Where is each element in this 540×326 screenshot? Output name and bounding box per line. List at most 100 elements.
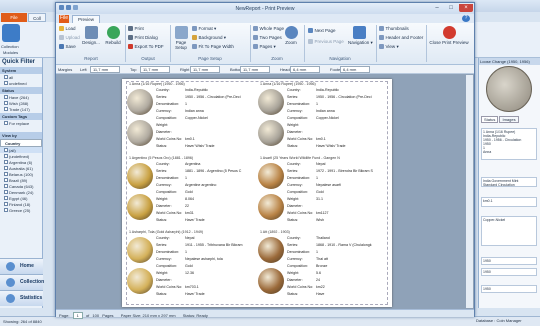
- main-file-tab[interactable]: File: [1, 13, 27, 22]
- whole-page-button[interactable]: Whole Page: [253, 26, 284, 32]
- margin-value-input[interactable]: 6,4 mm: [290, 66, 320, 73]
- design-button[interactable]: Design...: [80, 26, 102, 45]
- field-label: Weight:: [287, 123, 300, 127]
- coin-record: 1 Att (1892 - 1903) Country: Thailand Serie…: [258, 230, 391, 300]
- main-collection-tab[interactable]: Coll: [28, 13, 46, 22]
- two-pages-button[interactable]: Two Pages: [253, 35, 282, 41]
- preview-area[interactable]: 1 Anna (1/16 Rupee) (1950 - 1956) Country…: [56, 74, 474, 309]
- details-description[interactable]: 1 Anna (1/16 Rupee) India-Republic 1950 …: [481, 128, 537, 160]
- tab-images[interactable]: Images: [499, 116, 519, 123]
- margin-value-input[interactable]: 11,7 mm: [190, 66, 220, 73]
- filter-section-status[interactable]: Status: [0, 87, 42, 94]
- divider: [426, 25, 427, 62]
- margin-label: Margins: [58, 67, 73, 72]
- zoom-button[interactable]: Zoom: [283, 26, 299, 45]
- details-mint[interactable]: India Government Mint Standard Circulati…: [481, 177, 537, 187]
- group-output: Output: [141, 56, 155, 61]
- file-menu-button[interactable]: File: [59, 15, 69, 23]
- view-by-select[interactable]: Country: [0, 139, 42, 147]
- next-page-button[interactable]: Next Page: [308, 28, 336, 34]
- background-button[interactable]: Background ▾: [192, 35, 226, 41]
- navigation-button[interactable]: Navigation ▾: [348, 26, 373, 46]
- margin-value-input[interactable]: 11,7 mm: [240, 66, 270, 73]
- tab-status[interactable]: Status: [481, 116, 499, 123]
- field-value: Copper-Nickel: [185, 116, 208, 120]
- field-value: 5.6: [316, 271, 321, 275]
- details-year[interactable]: 1950: [481, 268, 537, 276]
- tab-preview[interactable]: Preview: [72, 15, 100, 23]
- field-label: Diameter:: [156, 278, 172, 282]
- margin-value-input[interactable]: 6,4 mm: [340, 66, 370, 73]
- field-label: Currency:: [156, 183, 172, 187]
- field-value: km1127: [316, 211, 329, 215]
- field-label: Composition:: [156, 116, 177, 120]
- save-icon[interactable]: [66, 5, 71, 10]
- load-button[interactable]: Load: [59, 26, 76, 32]
- details-year[interactable]: 1950: [481, 257, 537, 265]
- view-button[interactable]: View ▾: [379, 44, 399, 50]
- filter-item[interactable]: undefined: [0, 80, 42, 86]
- quick-access-toolbar: [59, 5, 99, 12]
- field-value: 1911 - 1955 - Tribhuvana Bir Bikram: [185, 243, 243, 247]
- divider: [170, 25, 171, 62]
- upload-button[interactable]: Upload: [59, 35, 80, 41]
- field-label: Diameter:: [287, 278, 303, 282]
- report-page: 1 Anna (1/16 Rupee) (1950 - 1956) Country…: [122, 79, 392, 307]
- page-setup-button[interactable]: Page Setup: [172, 26, 190, 50]
- two-pages-icon: [253, 35, 258, 41]
- field-value: Indian anna: [185, 109, 204, 113]
- format-icon: [192, 26, 197, 32]
- previous-page-button[interactable]: Previous Page: [308, 39, 344, 45]
- page-number-input[interactable]: 1: [72, 311, 83, 319]
- margin-value-input[interactable]: 11,7 mm: [90, 66, 120, 73]
- maximize-button[interactable]: □: [445, 4, 457, 12]
- coin-obverse-image: [258, 89, 284, 115]
- filter-section-system[interactable]: System: [0, 67, 42, 74]
- format-button[interactable]: Format ▾: [192, 26, 216, 32]
- vertical-scrollbar[interactable]: [466, 75, 473, 308]
- quick-filter-title: Quick Filter: [2, 59, 36, 65]
- fit-page-width-button[interactable]: Fit To Page Width: [192, 44, 234, 50]
- field-label: Currency:: [287, 109, 303, 113]
- field-label: Series:: [156, 169, 168, 173]
- details-composition[interactable]: Copper-Nickel: [481, 216, 537, 246]
- view-by-header: View by: [0, 132, 42, 139]
- print-dialog-button[interactable]: Print Dialog: [128, 35, 158, 41]
- margin-value-input[interactable]: 11,7 mm: [140, 66, 170, 73]
- group-zoom: Zoom: [271, 56, 283, 61]
- collection-icon[interactable]: [2, 24, 20, 42]
- filter-section-tags[interactable]: Custom Tags: [0, 113, 42, 120]
- minimize-button[interactable]: –: [431, 4, 443, 12]
- details-km[interactable]: km0.1: [481, 197, 537, 207]
- window-title: NewReport - Print Preview: [56, 3, 474, 14]
- export-pdf-button[interactable]: Export To PDF: [128, 44, 164, 50]
- nav-home-button[interactable]: Home: [0, 258, 43, 274]
- field-value: Have/ Wish/ Trade: [185, 144, 215, 148]
- print-button[interactable]: Print: [128, 26, 144, 32]
- pages-button[interactable]: Pages ▾: [253, 44, 276, 50]
- help-icon[interactable]: ?: [462, 15, 470, 22]
- nav-statistics-button[interactable]: Statistics: [0, 290, 43, 306]
- nav-collection-button[interactable]: Collection: [0, 274, 44, 290]
- app-icon[interactable]: [59, 5, 64, 10]
- filter-item[interactable]: For replace: [0, 120, 42, 126]
- thumbnails-button[interactable]: Thumbnails: [379, 26, 409, 32]
- save-button[interactable]: Save: [59, 44, 76, 50]
- close-window-button[interactable]: ×: [459, 4, 473, 12]
- rebuild-button[interactable]: Rebuild: [103, 26, 123, 45]
- header-footer-button[interactable]: Header and Footer: [379, 35, 423, 41]
- field-value: km703.1: [185, 285, 199, 289]
- field-label: Country:: [156, 162, 170, 166]
- undo-icon[interactable]: [73, 5, 78, 10]
- pages-icon: [253, 44, 258, 50]
- field-value: 1950 - 1956 - Circulation (Pre-Deci: [185, 95, 241, 99]
- coin-record: 1 Asharphi, Tola (Gold Asharphi) (1912 -…: [127, 230, 260, 300]
- filter-item[interactable]: Trade (147): [0, 106, 42, 112]
- group-page-setup: Page Setup: [198, 56, 222, 61]
- divider: [125, 25, 126, 62]
- print-dialog-icon: [128, 35, 133, 41]
- field-value: 1: [316, 102, 318, 106]
- details-year[interactable]: 1950: [481, 285, 537, 293]
- close-print-preview-button[interactable]: Close Print Preview: [429, 26, 469, 45]
- country-item[interactable]: Greece (25): [0, 207, 42, 213]
